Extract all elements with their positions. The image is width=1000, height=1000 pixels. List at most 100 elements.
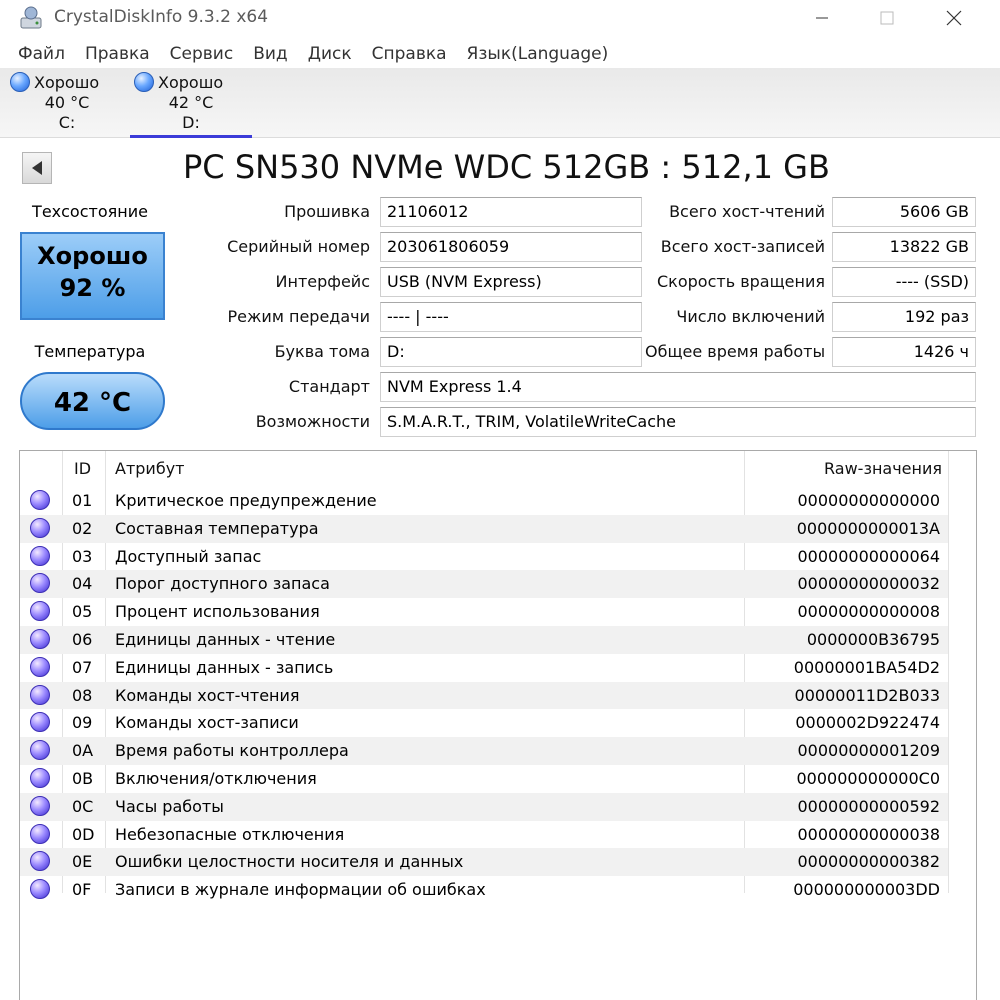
attribute-name: Включения/отключения [115, 769, 317, 788]
attribute-raw-value: 00000000000038 [797, 824, 940, 844]
triangle-left-icon [32, 161, 42, 175]
table-row[interactable]: 09 Команды хост-записи 0000002D922474 [20, 709, 948, 737]
table-row[interactable]: 0E Ошибки целостности носителя и данных 00… [20, 848, 948, 877]
drive-letter-value: D: [380, 337, 642, 367]
table-row[interactable]: 03 Доступный запас 00000000000064 [20, 543, 948, 571]
table-row[interactable]: 0F Записи в журнале информации об ошибках… [20, 876, 948, 904]
firmware-value: 21106012 [380, 197, 642, 227]
health-label: Техсостояние [32, 202, 148, 221]
temperature-button[interactable]: 42 °C [20, 372, 165, 430]
attribute-id: 0E [72, 852, 93, 872]
attribute-name: Часы работы [115, 796, 224, 816]
table-row[interactable]: 02 Составная температура 0000000000013A [20, 514, 948, 543]
attribute-id: 0D [72, 824, 95, 844]
status-good-icon [30, 629, 50, 649]
disk-tab-bar: Хорошо 40 °C C: Хорошо 42 °C D: [0, 68, 1000, 138]
disk-letter: C: [58, 113, 76, 132]
close-button[interactable] [922, 0, 986, 36]
attribute-id: 0B [72, 769, 94, 788]
features-value: S.M.A.R.T., TRIM, VolatileWriteCache [380, 407, 976, 437]
maximize-icon [880, 11, 894, 25]
interface-value: USB (NVM Express) [380, 267, 642, 297]
transfer-mode-value: ---- | ---- [380, 302, 642, 332]
attribute-raw-value: 00000000000032 [797, 574, 940, 594]
attribute-name: Записи в журнале информации об ошибках [115, 880, 486, 900]
host-reads-label: Всего хост-чтений [669, 202, 825, 221]
attribute-id: 05 [72, 602, 93, 622]
table-row[interactable]: 0A Время работы контроллера 00000000001209 [20, 737, 948, 765]
attribute-raw-value: 00000000000064 [797, 546, 940, 566]
column-header-id[interactable]: ID [74, 459, 91, 478]
attribute-raw-value: 0000002D922474 [795, 713, 940, 733]
menu-edit[interactable]: Правка [75, 40, 160, 68]
disk-temp: 42 °C [168, 93, 214, 112]
menu-view[interactable]: Вид [243, 40, 297, 68]
attribute-raw-value: 00000011D2B033 [794, 685, 940, 705]
table-row[interactable]: 05 Процент использования 00000000000008 [20, 598, 948, 626]
drive-letter-label: Буква тома [274, 342, 370, 361]
column-divider [948, 451, 949, 893]
power-on-hours-label: Общее время работы [645, 342, 826, 361]
attribute-id: 0F [72, 880, 92, 900]
standard-value: NVM Express 1.4 [380, 372, 976, 402]
table-header: ID Атрибут Raw-значения [20, 451, 978, 485]
disk-tab-d[interactable]: Хорошо 42 °C D: [130, 70, 252, 138]
attribute-name: Процент использования [115, 602, 320, 622]
disk-model-title: PC SN530 NVMe WDC 512GB : 512,1 GB [183, 148, 830, 186]
attribute-raw-value: 000000000000C0 [796, 769, 940, 788]
status-good-icon [30, 851, 50, 872]
menu-service[interactable]: Сервис [160, 40, 244, 68]
table-row[interactable]: 0D Небезопасные отключения 00000000000038 [20, 821, 948, 849]
attribute-name: Ошибки целостности носителя и данных [115, 852, 464, 872]
attribute-raw-value: 00000000000000 [797, 491, 940, 510]
status-good-icon [30, 684, 50, 705]
attribute-name: Порог доступного запаса [115, 574, 330, 594]
menu-language[interactable]: Язык(Language) [457, 40, 619, 68]
column-header-attribute[interactable]: Атрибут [115, 459, 184, 478]
power-on-count-label: Число включений [676, 307, 825, 326]
health-status-button[interactable]: Хорошо 92 % [20, 232, 165, 320]
smart-attributes-table[interactable]: ID Атрибут Raw-значения 01 Критическое пр… [19, 450, 977, 1000]
minimize-button[interactable] [790, 0, 854, 36]
table-row[interactable]: 04 Порог доступного запаса 00000000000032 [20, 570, 948, 599]
attribute-raw-value: 00000000000592 [797, 796, 940, 816]
table-row[interactable]: 0B Включения/отключения 000000000000C0 [20, 765, 948, 793]
power-on-count-value: 192 раз [832, 302, 976, 332]
rotation-speed-label: Скорость вращения [657, 272, 825, 291]
menu-help[interactable]: Справка [362, 40, 457, 68]
status-good-icon [30, 768, 50, 788]
table-row[interactable]: 0C Часы работы 00000000000592 [20, 792, 948, 821]
attribute-name: Команды хост-записи [115, 713, 299, 733]
status-good-icon [30, 740, 50, 761]
table-row[interactable]: 07 Единицы данных - запись 00000001BA54D2 [20, 654, 948, 682]
column-header-raw[interactable]: Raw-значения [824, 459, 942, 478]
maximize-button[interactable] [855, 0, 919, 36]
menu-disk[interactable]: Диск [298, 40, 362, 68]
attribute-raw-value: 00000001BA54D2 [793, 657, 940, 677]
status-good-icon [10, 72, 30, 92]
table-row[interactable]: 08 Команды хост-чтения 00000011D2B033 [20, 681, 948, 710]
menu-file[interactable]: Файл [0, 40, 75, 68]
status-good-icon [30, 795, 50, 816]
attribute-name: Время работы контроллера [115, 741, 349, 761]
attribute-id: 06 [72, 630, 93, 649]
serial-value: 203061806059 [380, 232, 642, 262]
disk-tab-c[interactable]: Хорошо 40 °C C: [6, 70, 128, 136]
window-title: CrystalDiskInfo 9.3.2 x64 [54, 7, 269, 27]
serial-label: Серийный номер [227, 237, 370, 256]
table-row[interactable]: 06 Единицы данных - чтение 0000000B36795 [20, 626, 948, 654]
status-good-icon [30, 573, 50, 594]
attribute-name: Единицы данных - запись [115, 657, 334, 677]
crystal-disk-icon [20, 6, 42, 29]
previous-disk-button[interactable] [22, 152, 52, 184]
attribute-id: 02 [72, 518, 93, 538]
menu-bar: Файл Правка Сервис Вид Диск Справка Язык… [0, 40, 618, 68]
status-good-icon [30, 490, 50, 510]
attribute-id: 08 [72, 685, 93, 705]
status-good-icon [30, 712, 50, 733]
attribute-raw-value: 00000000000382 [797, 852, 940, 872]
status-good-icon [30, 879, 50, 900]
firmware-label: Прошивка [284, 202, 370, 221]
status-good-icon [30, 601, 50, 622]
table-row[interactable]: 01 Критическое предупреждение 000000000000… [20, 487, 948, 515]
